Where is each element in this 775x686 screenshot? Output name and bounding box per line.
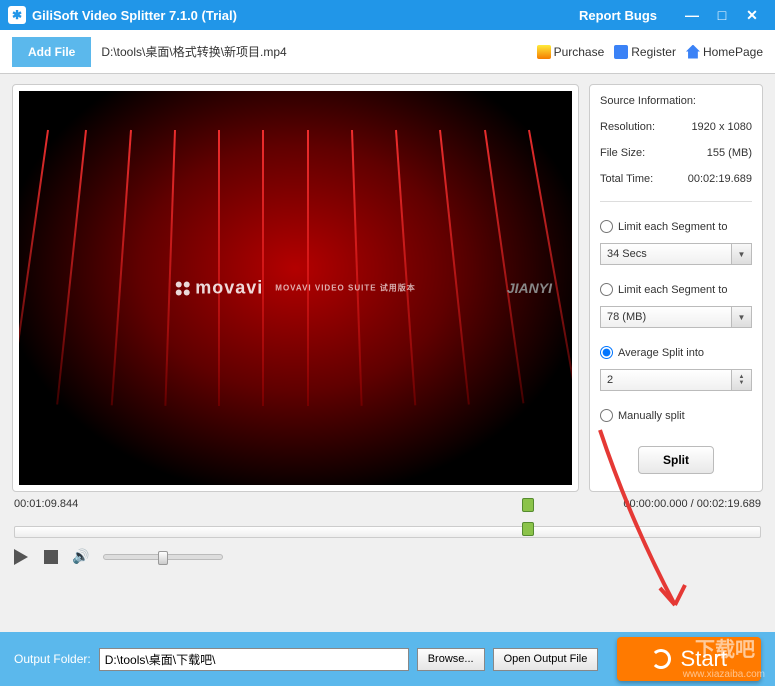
loaded-file-path: D:\tools\桌面\格式转换\新项目.mp4 [101,43,526,60]
split-button[interactable]: Split [638,446,714,474]
playback-controls: 🔊 [0,540,775,579]
homepage-link[interactable]: HomePage [686,45,763,59]
chevron-down-icon: ▼ [731,307,751,327]
report-bugs-link[interactable]: Report Bugs [579,8,657,23]
totaltime-row: Total Time:00:02:19.689 [600,169,752,189]
limit-size-dropdown[interactable]: 78 (MB)▼ [600,306,752,328]
timeline-area [0,510,775,540]
app-title: GiliSoft Video Splitter 7.1.0 (Trial) [32,8,237,23]
output-folder-input[interactable] [99,648,409,671]
output-folder-label: Output Folder: [14,652,91,666]
manual-split-radio[interactable]: Manually split [600,409,752,422]
maximize-button[interactable]: □ [707,7,737,23]
filesize-row: File Size:155 (MB) [600,143,752,163]
purchase-link[interactable]: Purchase [537,45,605,59]
main-area: movavi MOVAVI VIDEO SUITE 试用版本 JIANYI So… [0,74,775,492]
time-range: 00:00:00.000 / 00:02:19.689 [623,498,761,510]
info-pane: Source Information: Resolution:1920 x 10… [589,84,763,492]
range-end-marker[interactable] [522,522,534,536]
volume-thumb[interactable] [158,551,168,565]
refresh-icon [651,649,671,669]
open-output-button[interactable]: Open Output File [493,648,599,671]
limit-time-radio[interactable]: Limit each Segment to [600,220,752,233]
preview-pane: movavi MOVAVI VIDEO SUITE 试用版本 JIANYI [12,84,579,492]
average-split-spinner[interactable]: 2▲▼ [600,369,752,391]
app-logo-icon: ✱ [8,6,26,24]
volume-slider[interactable] [103,554,223,560]
home-icon [686,45,700,59]
minimize-button[interactable]: — [677,7,707,23]
preview-watermark-right: JIANYI [507,280,552,296]
stop-button[interactable] [44,550,58,564]
preview-watermark: movavi MOVAVI VIDEO SUITE 试用版本 [175,278,416,299]
limit-size-radio[interactable]: Limit each Segment to [600,283,752,296]
volume-icon: 🔊 [72,548,89,565]
range-start-marker[interactable] [522,498,534,512]
resolution-row: Resolution:1920 x 1080 [600,117,752,137]
time-row: 00:01:09.844 00:00:00.000 / 00:02:19.689 [0,492,775,510]
source-info-header: Source Information: [600,95,752,111]
timeline-track[interactable] [14,526,761,538]
play-button[interactable] [14,549,30,565]
add-file-button[interactable]: Add File [12,37,91,67]
preview-content [19,130,572,406]
start-button[interactable]: Start [617,637,761,681]
current-time: 00:01:09.844 [14,498,78,510]
bottom-bar: Output Folder: Browse... Open Output Fil… [0,632,775,686]
toolbar: Add File D:\tools\桌面\格式转换\新项目.mp4 Purcha… [0,30,775,74]
limit-time-dropdown[interactable]: 34 Secs▼ [600,243,752,265]
average-split-radio[interactable]: Average Split into [600,346,752,359]
info-icon [614,45,628,59]
chevron-down-icon: ▼ [731,244,751,264]
title-bar: ✱ GiliSoft Video Splitter 7.1.0 (Trial) … [0,0,775,30]
close-button[interactable]: ✕ [737,7,767,24]
cart-icon [537,45,551,59]
spinner-arrows-icon: ▲▼ [731,370,751,390]
browse-button[interactable]: Browse... [417,648,485,671]
register-link[interactable]: Register [614,45,676,59]
divider [600,201,752,202]
video-preview[interactable]: movavi MOVAVI VIDEO SUITE 试用版本 JIANYI [19,91,572,485]
